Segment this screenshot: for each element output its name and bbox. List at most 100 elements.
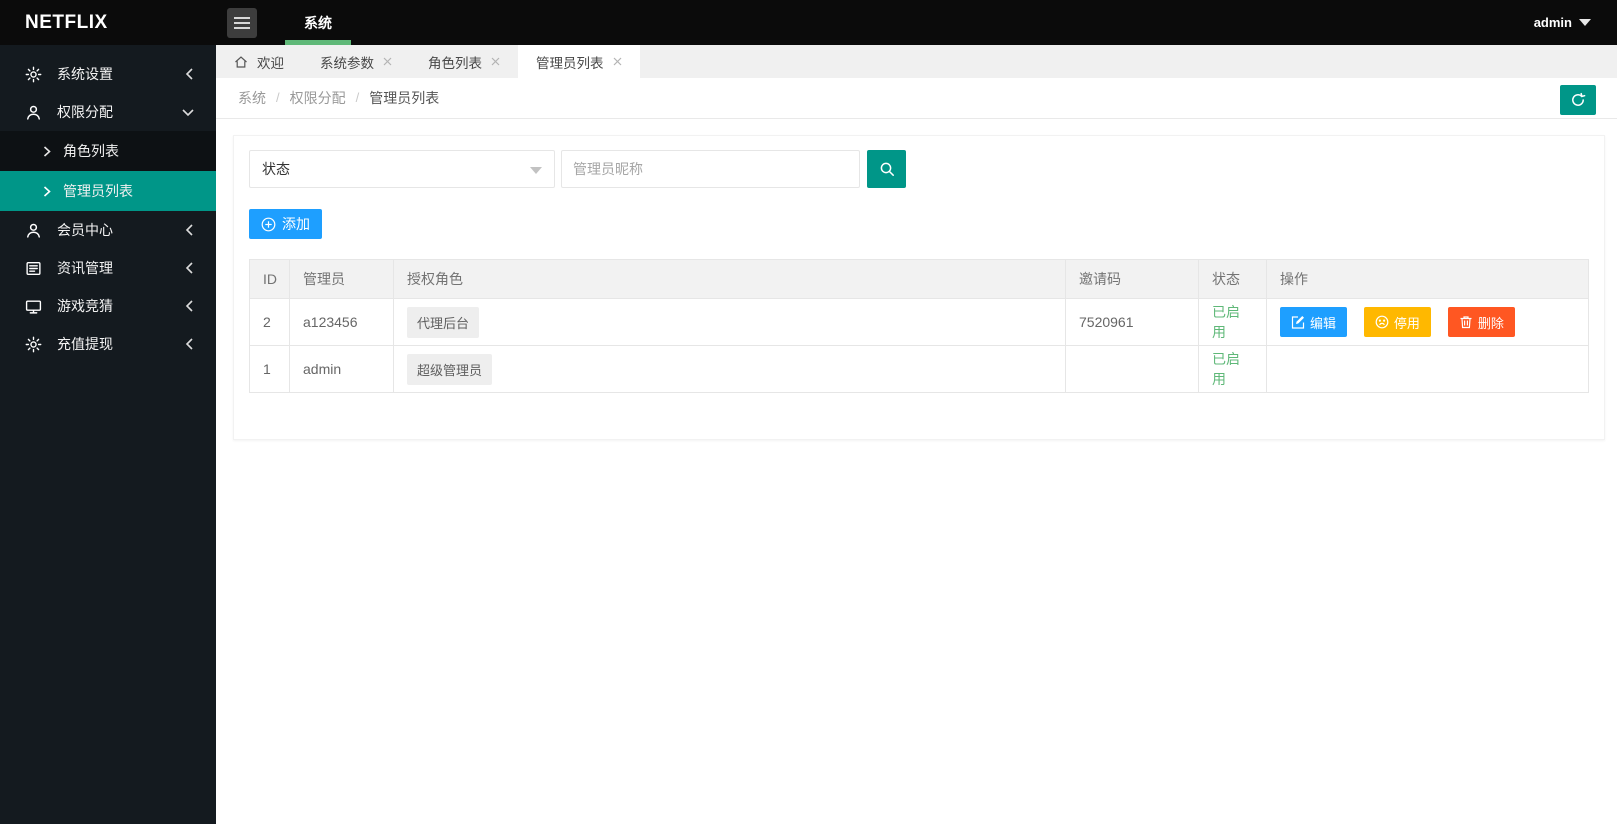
col-header-status: 状态 xyxy=(1198,259,1267,299)
sidebar-submenu-permissions: 角色列表 管理员列表 xyxy=(0,131,216,211)
edit-icon xyxy=(1291,315,1305,329)
cell-admin: admin xyxy=(289,345,394,393)
cell-invite-code xyxy=(1065,345,1199,393)
search-button[interactable] xyxy=(867,150,906,188)
add-button[interactable]: 添加 xyxy=(249,209,322,239)
sidebar-subitem-label: 管理员列表 xyxy=(63,183,133,199)
col-header-id: ID xyxy=(249,259,290,299)
chevron-left-icon xyxy=(185,68,194,80)
status-select[interactable]: 状态 xyxy=(249,150,555,188)
cell-status: 已启用 xyxy=(1198,345,1267,393)
gear-icon xyxy=(25,336,42,353)
col-header-role: 授权角色 xyxy=(393,259,1066,299)
nickname-input[interactable] xyxy=(561,150,860,188)
disable-button-label: 停用 xyxy=(1393,315,1420,331)
edit-button-label: 编辑 xyxy=(1310,315,1337,331)
chevron-right-icon xyxy=(43,145,51,157)
role-tag: 代理后台 xyxy=(407,306,480,338)
chevron-left-icon xyxy=(185,224,194,236)
table-header-row: ID 管理员 授权角色 邀请码 状态 操作 xyxy=(249,259,1589,299)
admin-table: ID 管理员 授权角色 邀请码 状态 操作 2 a123456 代理后台 752… xyxy=(249,259,1589,393)
content-area: 状态 添加 xyxy=(216,119,1617,440)
col-header-actions: 操作 xyxy=(1266,259,1589,299)
top-nav-label: 系统 xyxy=(304,14,332,31)
user-icon xyxy=(25,104,42,121)
sidebar-item-permissions[interactable]: 权限分配 xyxy=(0,93,216,131)
breadcrumb-separator xyxy=(346,89,370,107)
sidebar: 系统设置 权限分配 角色列表 管理员列表 会员中心 资讯管理 游戏竞猜 充值提现 xyxy=(0,45,216,824)
cell-admin: a123456 xyxy=(289,298,394,346)
chevron-left-icon xyxy=(185,338,194,350)
sidebar-item-label: 系统设置 xyxy=(57,66,113,82)
member-icon xyxy=(25,222,42,239)
tab-label: 角色列表 xyxy=(428,55,482,71)
cell-status: 已启用 xyxy=(1198,298,1267,346)
breadcrumb-system[interactable]: 系统 xyxy=(238,88,266,108)
admin-list-card: 状态 添加 xyxy=(233,135,1605,440)
caret-down-icon xyxy=(1579,19,1591,26)
sidebar-item-role-list[interactable]: 角色列表 xyxy=(0,131,216,171)
cell-actions xyxy=(1266,345,1589,393)
chevron-down-icon xyxy=(182,108,194,117)
active-nav-underline xyxy=(285,40,351,45)
tab-role-list[interactable]: 角色列表 xyxy=(410,45,518,78)
tab-label: 管理员列表 xyxy=(536,55,604,71)
sidebar-item-news-management[interactable]: 资讯管理 xyxy=(0,249,216,287)
sidebar-item-game-betting[interactable]: 游戏竞猜 xyxy=(0,287,216,325)
status-badge: 已启用 xyxy=(1212,351,1240,387)
delete-button[interactable]: 删除 xyxy=(1447,307,1515,337)
sidebar-item-label: 会员中心 xyxy=(57,222,113,238)
trash-icon xyxy=(1459,315,1473,329)
sidebar-item-recharge-withdraw[interactable]: 充值提现 xyxy=(0,325,216,363)
tab-label: 系统参数 xyxy=(320,55,374,71)
monitor-icon xyxy=(25,298,42,315)
sidebar-subitem-label: 角色列表 xyxy=(63,143,119,159)
close-icon[interactable] xyxy=(613,57,622,66)
news-icon xyxy=(25,260,42,277)
search-icon xyxy=(879,161,895,177)
top-nav-system[interactable]: 系统 xyxy=(285,0,351,45)
close-icon[interactable] xyxy=(491,57,500,66)
home-icon xyxy=(234,55,248,69)
tab-label: 欢迎 xyxy=(257,55,284,71)
close-icon[interactable] xyxy=(383,57,392,66)
caret-down-icon xyxy=(530,167,542,174)
gear-icon xyxy=(25,66,42,83)
chevron-left-icon xyxy=(185,300,194,312)
hamburger-icon xyxy=(234,16,250,29)
sidebar-item-system-settings[interactable]: 系统设置 xyxy=(0,55,216,93)
plus-circle-icon xyxy=(261,217,276,232)
sidebar-item-admin-list[interactable]: 管理员列表 xyxy=(0,171,216,211)
breadcrumb-separator xyxy=(266,89,290,107)
disable-button[interactable]: 停用 xyxy=(1363,307,1431,337)
edit-button[interactable]: 编辑 xyxy=(1280,307,1348,337)
chevron-right-icon xyxy=(43,185,51,197)
sad-face-icon xyxy=(1375,315,1389,329)
sidebar-item-label: 权限分配 xyxy=(57,104,113,120)
tab-welcome[interactable]: 欢迎 xyxy=(216,45,302,78)
cell-id: 1 xyxy=(249,345,290,393)
breadcrumb-bar: 系统 权限分配 管理员列表 xyxy=(216,78,1617,119)
topbar: NETFLIX 系统 admin xyxy=(0,0,1617,45)
sidebar-item-label: 资讯管理 xyxy=(57,260,113,276)
refresh-icon xyxy=(1570,92,1586,108)
username: admin xyxy=(1533,15,1572,30)
user-menu[interactable]: admin xyxy=(1534,15,1617,30)
sidebar-toggle-button[interactable] xyxy=(227,7,257,38)
role-tag: 超级管理员 xyxy=(407,353,493,385)
cell-actions: 编辑 停用 删除 xyxy=(1266,298,1589,346)
sidebar-item-label: 充值提现 xyxy=(57,336,113,352)
filter-row: 状态 xyxy=(249,150,1589,188)
table-row: 1 admin 超级管理员 已启用 xyxy=(249,345,1589,393)
status-badge: 已启用 xyxy=(1212,304,1240,340)
status-select-value: 状态 xyxy=(262,161,290,177)
tab-system-params[interactable]: 系统参数 xyxy=(302,45,410,78)
refresh-button[interactable] xyxy=(1560,85,1596,115)
cell-invite-code: 7520961 xyxy=(1065,298,1199,346)
sidebar-item-member-center[interactable]: 会员中心 xyxy=(0,211,216,249)
breadcrumb-permissions[interactable]: 权限分配 xyxy=(290,88,346,108)
add-button-label: 添加 xyxy=(282,216,310,232)
tab-strip: 欢迎 系统参数 角色列表 管理员列表 xyxy=(216,45,1617,78)
sidebar-item-label: 游戏竞猜 xyxy=(57,298,113,314)
tab-admin-list[interactable]: 管理员列表 xyxy=(518,45,640,78)
